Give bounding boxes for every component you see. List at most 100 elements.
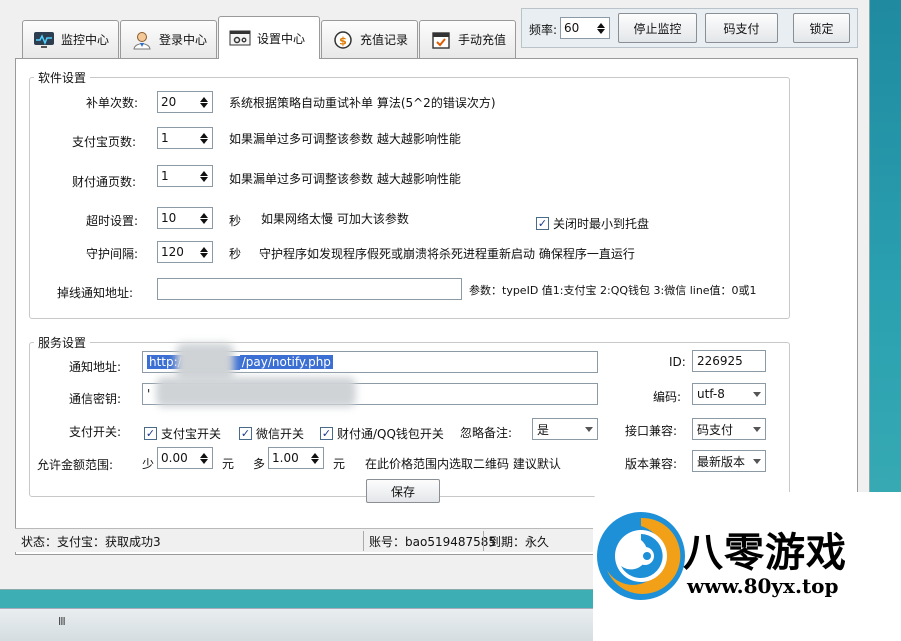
frequency-stepper[interactable]: 60 [560, 17, 610, 39]
retry-value: 20 [161, 95, 177, 109]
version-compat-label: 版本兼容: [625, 457, 678, 471]
redaction-blur [176, 343, 234, 381]
notify-url-suffix: /pay/notify.php [239, 355, 333, 369]
alipay-switch-label: 支付宝开关 [161, 427, 222, 441]
stepper-arrows[interactable] [307, 448, 323, 468]
stepper-arrows[interactable] [196, 242, 212, 262]
version-compat-select[interactable]: 最新版本 [692, 450, 766, 472]
arrow-up-icon[interactable] [311, 452, 319, 458]
secret-key-label: 通信密钥: [69, 392, 122, 406]
encoding-select[interactable]: utf-8 [692, 383, 766, 405]
payment-switch-label: 支付开关: [69, 425, 122, 439]
arrow-up-icon[interactable] [200, 132, 208, 138]
lock-button[interactable]: 锁定 [793, 13, 850, 43]
offline-notify-description: 参数：typeID 值1:支付宝 2:QQ钱包 3:微信 line值：0或1 [469, 284, 757, 297]
max-label: 多 [253, 457, 266, 471]
arrow-down-icon[interactable] [200, 252, 208, 258]
timeout-unit: 秒 [229, 214, 242, 228]
tab-settings-label: 设置中心 [257, 31, 306, 46]
badge-title: 八零游戏 [683, 530, 847, 576]
arrow-down-icon[interactable] [200, 218, 208, 224]
tenpay-switch-row[interactable]: ✓ 财付通/QQ钱包开关 [320, 425, 444, 442]
chevron-down-icon[interactable] [749, 426, 765, 432]
notify-url-label: 通知地址: [69, 360, 122, 374]
retry-stepper[interactable]: 20 [157, 91, 213, 113]
id-input[interactable]: 226925 [692, 350, 766, 372]
stepper-arrows[interactable] [593, 18, 609, 38]
max-amount-value: 1.00 [272, 451, 299, 465]
wechat-switch-row[interactable]: ✓ 微信开关 [239, 425, 304, 442]
stepper-arrows[interactable] [196, 166, 212, 186]
tab-manual-recharge[interactable]: 手动充值 [419, 20, 516, 58]
settings-panel: 软件设置 补单次数: 20 系统根据策略自动重试补单 算法(5^2的错误次方) … [15, 58, 858, 555]
badge-url: www.80yx.top [687, 574, 839, 598]
alipay-switch-checkbox[interactable]: ✓ [144, 427, 157, 440]
ignore-remark-select[interactable]: 是 [532, 418, 598, 440]
chevron-down-icon[interactable] [749, 458, 765, 464]
guard-interval-stepper[interactable]: 120 [157, 241, 213, 263]
stepper-arrows[interactable] [196, 92, 212, 112]
stepper-arrows[interactable] [196, 448, 212, 468]
chevron-down-icon[interactable] [581, 426, 597, 432]
taskbar-grip[interactable]: III [58, 615, 66, 628]
timeout-label: 超时设置: [86, 214, 139, 228]
tab-monitor[interactable]: 监控中心 [22, 20, 119, 58]
save-button[interactable]: 保存 [366, 479, 440, 503]
interface-compat-label: 接口兼容: [625, 424, 678, 438]
tray-checkbox[interactable]: ✓ [536, 217, 549, 230]
offline-notify-input[interactable] [157, 278, 462, 300]
software-settings-title: 软件设置 [34, 69, 91, 86]
arrow-down-icon[interactable] [200, 138, 208, 144]
guard-interval-description: 守护程序如发现程序假死或崩溃将杀死进程重新启动 确保程序一直运行 [259, 247, 635, 261]
ignore-remark-label: 忽略备注: [460, 426, 513, 440]
timeout-stepper[interactable]: 10 [157, 207, 213, 229]
arrow-up-icon[interactable] [200, 452, 208, 458]
tenpay-pages-stepper[interactable]: 1 [157, 165, 213, 187]
arrow-down-icon[interactable] [311, 458, 319, 464]
status-divider [483, 531, 484, 551]
arrow-down-icon[interactable] [200, 176, 208, 182]
arrow-up-icon[interactable] [200, 212, 208, 218]
codepay-button[interactable]: 码支付 [705, 13, 778, 43]
arrow-up-icon[interactable] [200, 96, 208, 102]
amount-range-label: 允许金额范围: [37, 458, 114, 472]
chevron-down-icon[interactable] [749, 391, 765, 397]
calendar-icon [430, 30, 452, 50]
ignore-remark-value: 是 [537, 422, 550, 437]
tab-recharge-records[interactable]: $ 充值记录 [321, 20, 418, 58]
min-amount-value: 0.00 [161, 451, 188, 465]
tray-checkbox-row[interactable]: ✓ 关闭时最小到托盘 [536, 215, 649, 232]
tenpay-switch-checkbox[interactable]: ✓ [320, 427, 333, 440]
tab-recharge-records-label: 充值记录 [360, 33, 409, 47]
min-amount-stepper[interactable]: 0.00 [157, 447, 213, 469]
tenpay-pages-description: 如果漏单过多可调整该参数 越大越影响性能 [229, 172, 461, 186]
status-state: 状态：支付宝：获取成功3 [21, 534, 161, 549]
stepper-arrows[interactable] [196, 208, 212, 228]
status-divider [363, 531, 364, 551]
redaction-blur [156, 377, 356, 407]
tab-login[interactable]: 登录中心 [120, 20, 217, 58]
arrow-up-icon[interactable] [597, 22, 605, 28]
amount-range-description: 在此价格范围内选取二维码 建议默认 [365, 457, 561, 471]
retry-description: 系统根据策略自动重试补单 算法(5^2的错误次方) [229, 96, 496, 110]
alipay-switch-row[interactable]: ✓ 支付宝开关 [144, 425, 221, 442]
max-amount-stepper[interactable]: 1.00 [268, 447, 324, 469]
arrow-down-icon[interactable] [200, 458, 208, 464]
stop-monitor-button[interactable]: 停止监控 [618, 13, 697, 43]
id-label: ID: [669, 355, 686, 369]
arrow-down-icon[interactable] [200, 102, 208, 108]
interface-compat-select[interactable]: 码支付 [692, 418, 766, 440]
alipay-pages-stepper[interactable]: 1 [157, 127, 213, 149]
arrow-down-icon[interactable] [597, 28, 605, 34]
tab-settings[interactable]: 设置中心 [218, 16, 320, 59]
arrow-up-icon[interactable] [200, 246, 208, 252]
stepper-arrows[interactable] [196, 128, 212, 148]
watermark-badge: 八零游戏 www.80yx.top [593, 492, 901, 641]
svg-text:$: $ [339, 34, 347, 47]
tab-monitor-label: 监控中心 [61, 33, 110, 47]
arrow-up-icon[interactable] [200, 170, 208, 176]
encoding-value: utf-8 [697, 387, 725, 401]
wechat-switch-checkbox[interactable]: ✓ [239, 427, 252, 440]
timeout-description: 如果网络太慢 可加大该参数 [261, 212, 409, 226]
service-settings-title: 服务设置 [34, 334, 91, 351]
